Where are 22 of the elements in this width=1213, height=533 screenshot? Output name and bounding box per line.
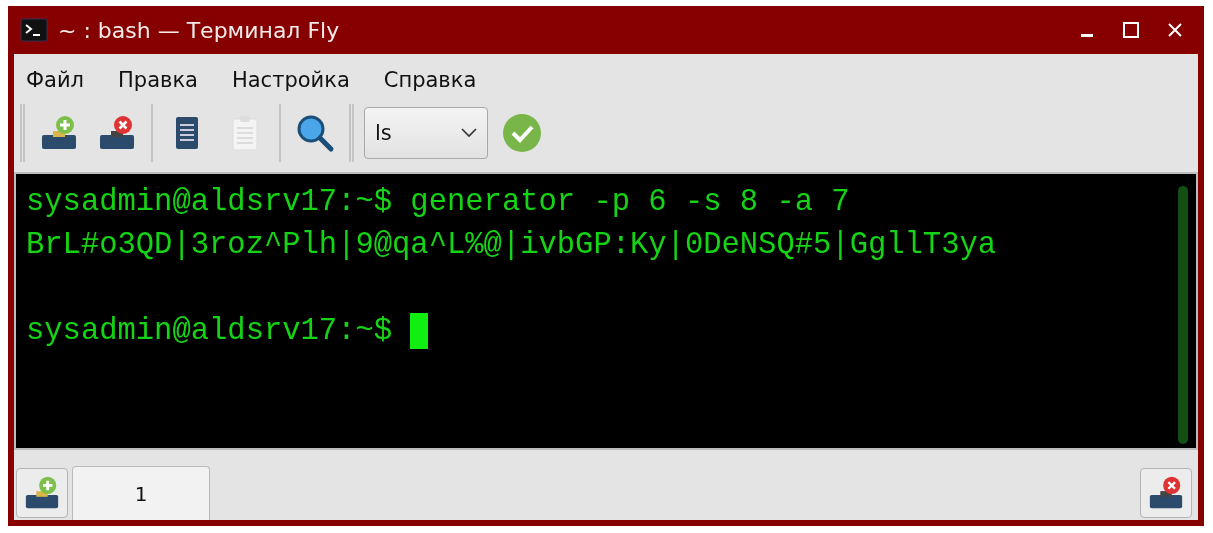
terminal-tab[interactable]: 1 [72, 466, 210, 520]
terminal-area[interactable]: sysadmin@aldsrv17:~$ generator -p 6 -s 8 -a 7 BrL#o3QD|3roz^Plh|9@qa^L%@|ivbGP:Ky|0DeNSQ#5|GgllT3ya sysadmin@aldsrv17:~$ [14, 172, 1198, 450]
command-combo-box[interactable]: ls [364, 107, 488, 159]
menu-item[interactable]: Файл [26, 68, 85, 94]
menu-item[interactable]: Правка [118, 68, 198, 94]
terminal-line: sysadmin@aldsrv17:~$ generator -p 6 -s 8 -a 7 [26, 184, 850, 219]
terminal-line: sysadmin@aldsrv17:~$ [26, 313, 393, 348]
menu-item[interactable]: Настройка [231, 68, 350, 94]
chevron-down-icon [461, 128, 477, 138]
search-icon [295, 113, 335, 153]
terminal-line: BrL#o3QD|3roz^Plh|9@qa^L%@|ivbGP:Ky|0DeNSQ#5|GgllT3ya [26, 227, 997, 262]
menu-item[interactable]: Справка [383, 68, 477, 94]
document-icon [174, 115, 200, 151]
window-title: ~ : bash — Терминал Fly [58, 17, 341, 43]
close-tab-button[interactable] [1140, 468, 1192, 518]
scrollbar[interactable] [1178, 186, 1188, 444]
maximize-icon [1122, 21, 1140, 39]
minimize-icon [1081, 33, 1093, 37]
checkmark-icon [502, 113, 542, 153]
new-tab-button[interactable] [16, 468, 68, 518]
close-icon [1166, 21, 1184, 39]
terminal-icon [20, 18, 48, 42]
